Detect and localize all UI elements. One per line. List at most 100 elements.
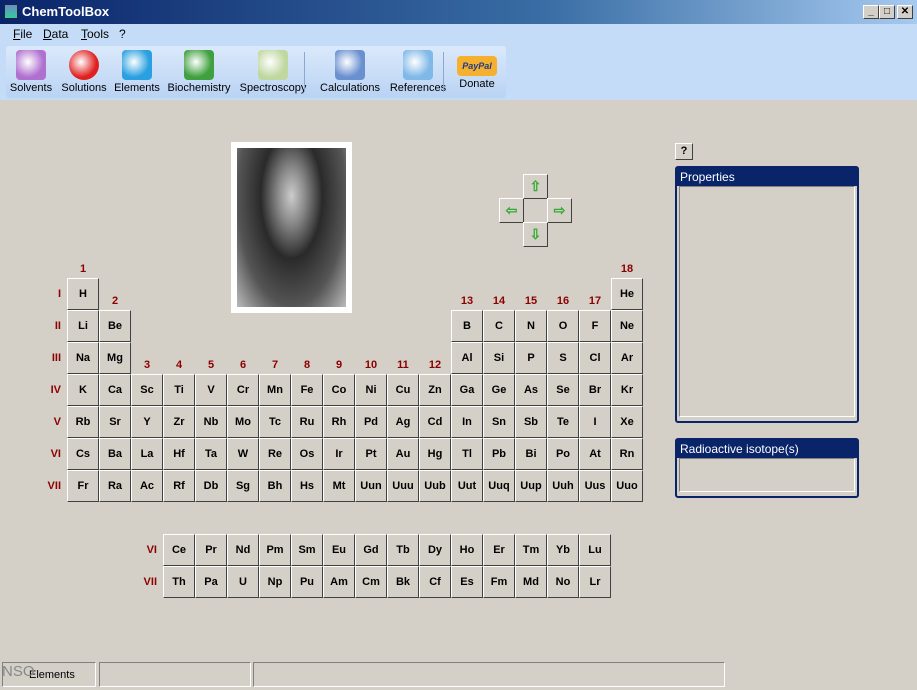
element-Sg[interactable]: Sg xyxy=(227,470,259,502)
element-Lr[interactable]: Lr xyxy=(579,566,611,598)
element-O[interactable]: O xyxy=(547,310,579,342)
element-Cm[interactable]: Cm xyxy=(355,566,387,598)
element-Mn[interactable]: Mn xyxy=(259,374,291,406)
element-Y[interactable]: Y xyxy=(131,406,163,438)
element-H[interactable]: H xyxy=(67,278,99,310)
element-Pm[interactable]: Pm xyxy=(259,534,291,566)
element-Ho[interactable]: Ho xyxy=(451,534,483,566)
element-Uun[interactable]: Uun xyxy=(355,470,387,502)
element-Tb[interactable]: Tb xyxy=(387,534,419,566)
element-Lu[interactable]: Lu xyxy=(579,534,611,566)
element-S[interactable]: S xyxy=(547,342,579,374)
element-La[interactable]: La xyxy=(131,438,163,470)
element-Np[interactable]: Np xyxy=(259,566,291,598)
element-Li[interactable]: Li xyxy=(67,310,99,342)
element-Sn[interactable]: Sn xyxy=(483,406,515,438)
element-Uut[interactable]: Uut xyxy=(451,470,483,502)
element-W[interactable]: W xyxy=(227,438,259,470)
element-Tm[interactable]: Tm xyxy=(515,534,547,566)
element-Dy[interactable]: Dy xyxy=(419,534,451,566)
element-Rh[interactable]: Rh xyxy=(323,406,355,438)
element-Ta[interactable]: Ta xyxy=(195,438,227,470)
toolbar-solvents-button[interactable]: Solvents xyxy=(6,46,56,98)
element-Db[interactable]: Db xyxy=(195,470,227,502)
element-Fe[interactable]: Fe xyxy=(291,374,323,406)
nav-right-button[interactable]: ⇨ xyxy=(547,198,572,223)
element-Ag[interactable]: Ag xyxy=(387,406,419,438)
element-Fm[interactable]: Fm xyxy=(483,566,515,598)
element-Nd[interactable]: Nd xyxy=(227,534,259,566)
element-Au[interactable]: Au xyxy=(387,438,419,470)
element-Co[interactable]: Co xyxy=(323,374,355,406)
element-As[interactable]: As xyxy=(515,374,547,406)
element-Ca[interactable]: Ca xyxy=(99,374,131,406)
element-Uus[interactable]: Uus xyxy=(579,470,611,502)
minimize-button[interactable]: _ xyxy=(863,5,879,19)
element-Pd[interactable]: Pd xyxy=(355,406,387,438)
close-button[interactable]: ✕ xyxy=(897,5,913,19)
element-Ir[interactable]: Ir xyxy=(323,438,355,470)
element-Ru[interactable]: Ru xyxy=(291,406,323,438)
element-Th[interactable]: Th xyxy=(163,566,195,598)
element-Be[interactable]: Be xyxy=(99,310,131,342)
element-Uuo[interactable]: Uuo xyxy=(611,470,643,502)
element-Uuh[interactable]: Uuh xyxy=(547,470,579,502)
element-Tc[interactable]: Tc xyxy=(259,406,291,438)
element-Pb[interactable]: Pb xyxy=(483,438,515,470)
element-B[interactable]: B xyxy=(451,310,483,342)
element-Xe[interactable]: Xe xyxy=(611,406,643,438)
element-Br[interactable]: Br xyxy=(579,374,611,406)
element-Po[interactable]: Po xyxy=(547,438,579,470)
element-He[interactable]: He xyxy=(611,278,643,310)
element-Sr[interactable]: Sr xyxy=(99,406,131,438)
maximize-button[interactable]: □ xyxy=(879,5,895,19)
element-Sm[interactable]: Sm xyxy=(291,534,323,566)
element-Rf[interactable]: Rf xyxy=(163,470,195,502)
element-Na[interactable]: Na xyxy=(67,342,99,374)
help-button[interactable]: ? xyxy=(675,143,693,160)
element-Os[interactable]: Os xyxy=(291,438,323,470)
element-Mo[interactable]: Mo xyxy=(227,406,259,438)
element-F[interactable]: F xyxy=(579,310,611,342)
element-Am[interactable]: Am xyxy=(323,566,355,598)
menu-help[interactable]: ? xyxy=(119,27,126,41)
toolbar-elements-button[interactable]: Elements xyxy=(113,46,161,98)
element-Ra[interactable]: Ra xyxy=(99,470,131,502)
element-Bh[interactable]: Bh xyxy=(259,470,291,502)
element-Bi[interactable]: Bi xyxy=(515,438,547,470)
toolbar-spectroscopy-button[interactable]: Spectroscopy xyxy=(235,46,311,98)
element-Er[interactable]: Er xyxy=(483,534,515,566)
element-Ga[interactable]: Ga xyxy=(451,374,483,406)
element-Mg[interactable]: Mg xyxy=(99,342,131,374)
element-Zn[interactable]: Zn xyxy=(419,374,451,406)
element-Uup[interactable]: Uup xyxy=(515,470,547,502)
nav-down-button[interactable]: ⇩ xyxy=(523,222,548,247)
element-Kr[interactable]: Kr xyxy=(611,374,643,406)
element-Ce[interactable]: Ce xyxy=(163,534,195,566)
element-K[interactable]: K xyxy=(67,374,99,406)
element-Se[interactable]: Se xyxy=(547,374,579,406)
element-Si[interactable]: Si xyxy=(483,342,515,374)
element-Zr[interactable]: Zr xyxy=(163,406,195,438)
element-Uuu[interactable]: Uuu xyxy=(387,470,419,502)
element-No[interactable]: No xyxy=(547,566,579,598)
element-Te[interactable]: Te xyxy=(547,406,579,438)
element-Ni[interactable]: Ni xyxy=(355,374,387,406)
toolbar-calculations-button[interactable]: Calculations xyxy=(316,46,384,98)
element-Eu[interactable]: Eu xyxy=(323,534,355,566)
element-Fr[interactable]: Fr xyxy=(67,470,99,502)
element-Sb[interactable]: Sb xyxy=(515,406,547,438)
element-Cl[interactable]: Cl xyxy=(579,342,611,374)
element-Ne[interactable]: Ne xyxy=(611,310,643,342)
element-Pu[interactable]: Pu xyxy=(291,566,323,598)
element-Bk[interactable]: Bk xyxy=(387,566,419,598)
element-Cu[interactable]: Cu xyxy=(387,374,419,406)
element-Cf[interactable]: Cf xyxy=(419,566,451,598)
element-Cr[interactable]: Cr xyxy=(227,374,259,406)
element-Uub[interactable]: Uub xyxy=(419,470,451,502)
element-Ti[interactable]: Ti xyxy=(163,374,195,406)
toolbar-biochemistry-button[interactable]: Biochemistry xyxy=(164,46,234,98)
toolbar-solutions-button[interactable]: Solutions xyxy=(58,46,110,98)
element-At[interactable]: At xyxy=(579,438,611,470)
menu-file[interactable]: File xyxy=(13,27,32,41)
